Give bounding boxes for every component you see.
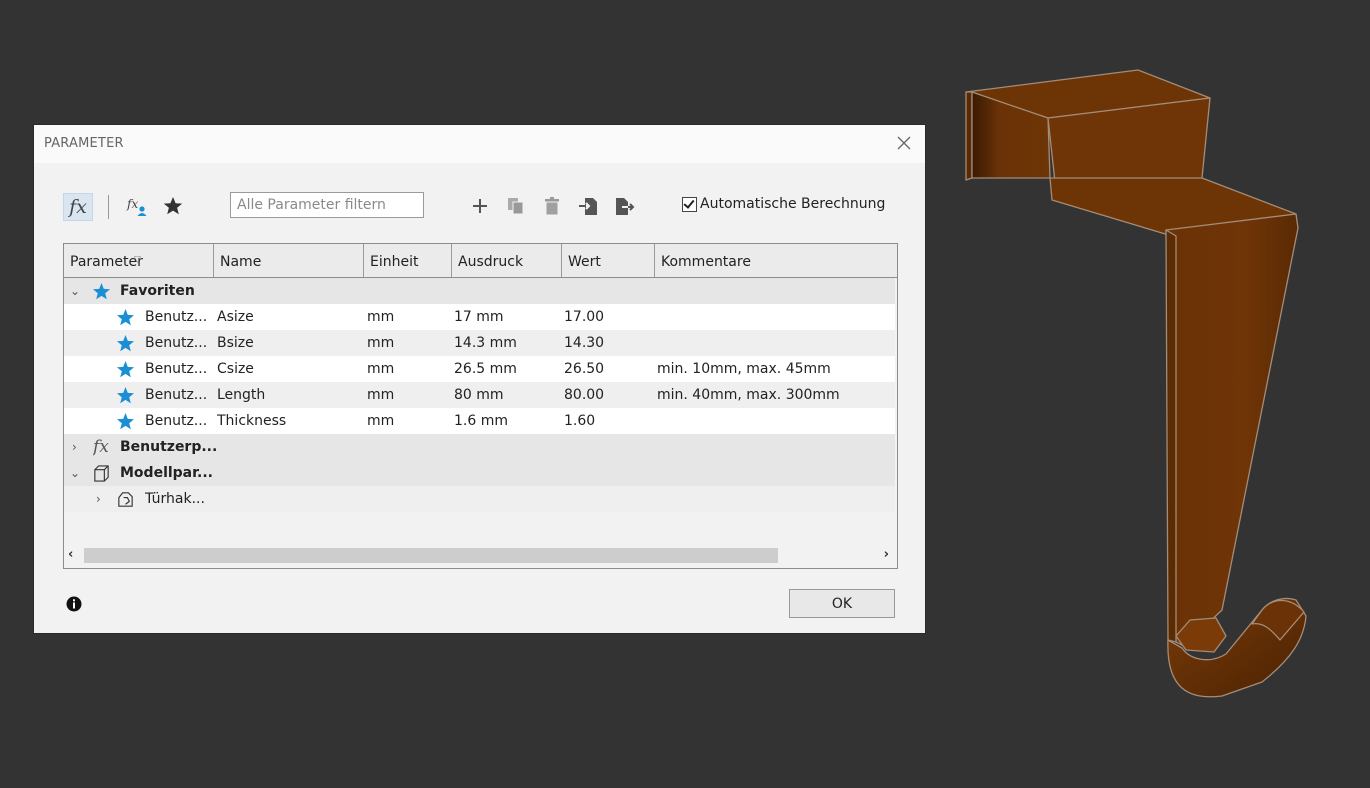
cell-unit[interactable]: mm — [367, 382, 394, 408]
add-icon[interactable] — [469, 195, 491, 217]
user-fx-icon[interactable]: fx — [126, 195, 148, 217]
group-label-model-parameters: Modellpar... — [120, 465, 213, 481]
part-body-icon — [118, 492, 133, 507]
fx-icon: fx — [93, 437, 109, 457]
star-icon[interactable] — [116, 386, 135, 405]
cell-unit[interactable]: mm — [367, 356, 394, 382]
column-header-expression[interactable]: Ausdruck — [452, 244, 562, 277]
chevron-right-icon[interactable]: › — [72, 434, 77, 460]
auto-calc-checkbox[interactable]: Automatische Berechnung — [682, 196, 885, 212]
cell-name[interactable]: Bsize — [217, 330, 254, 356]
group-label-user-parameters: Benutzerp... — [120, 439, 218, 455]
table-row[interactable]: Benutz... Asize mm 17 mm 17.00 — [64, 304, 895, 330]
group-row-favorites[interactable]: ⌄ Favoriten — [64, 278, 895, 304]
export-icon[interactable] — [613, 195, 635, 217]
cell-expression[interactable]: 14.3 mm — [454, 330, 517, 356]
table-row[interactable]: Benutz... Length mm 80 mm 80.00 min. 40m… — [64, 382, 895, 408]
column-header-comments[interactable]: Kommentare — [655, 244, 895, 277]
chevron-right-icon[interactable]: › — [96, 486, 101, 512]
ok-button[interactable]: OK — [789, 589, 895, 618]
component-box-icon — [94, 465, 109, 482]
chevron-down-icon[interactable]: ⌄ — [70, 460, 80, 486]
star-icon[interactable] — [116, 360, 135, 379]
scroll-right-icon[interactable]: › — [884, 544, 889, 566]
auto-calc-label: Automatische Berechnung — [700, 196, 886, 212]
svg-text:fx: fx — [126, 197, 138, 211]
scroll-left-icon[interactable]: ‹ — [68, 544, 73, 566]
column-header-parameter[interactable]: Parameter ▽ — [64, 244, 214, 277]
group-row-user-parameters[interactable]: › fx Benutzerp... — [64, 434, 895, 460]
cell-unit[interactable]: mm — [367, 408, 394, 434]
import-icon[interactable] — [577, 195, 599, 217]
cell-value: 17.00 — [564, 309, 605, 325]
cell-comment[interactable]: min. 10mm, max. 45mm — [657, 356, 831, 382]
fx-icon[interactable]: fx — [63, 193, 93, 221]
scrollbar-thumb[interactable] — [84, 548, 778, 563]
info-icon[interactable] — [66, 596, 82, 612]
sort-indicator-icon: ▽ — [134, 255, 141, 265]
horizontal-scrollbar[interactable]: ‹ › — [64, 544, 895, 566]
column-header-unit[interactable]: Einheit — [364, 244, 452, 277]
dialog-titlebar[interactable]: PARAMETER — [34, 125, 925, 163]
cell-name[interactable]: Csize — [217, 356, 254, 382]
group-label-favorites: Favoriten — [120, 283, 195, 299]
cell-comment[interactable]: min. 40mm, max. 300mm — [657, 382, 840, 408]
table-header: Parameter ▽ Name Einheit Ausdruck Wert Ko… — [64, 244, 897, 278]
cell-parameter: Benutz... — [145, 361, 208, 377]
star-icon[interactable] — [162, 195, 184, 217]
parameter-table: Parameter ▽ Name Einheit Ausdruck Wert Ko… — [63, 243, 898, 569]
cell-value: 80.00 — [564, 387, 605, 403]
parameter-dialog: PARAMETER fx fx Alle Parameter filtern A… — [34, 125, 925, 633]
cell-unit[interactable]: mm — [367, 330, 394, 356]
toolbar: fx fx Automatische Berechn — [62, 187, 902, 223]
cell-value: 1.60 — [564, 413, 596, 429]
star-icon[interactable] — [116, 334, 135, 353]
chevron-down-icon[interactable]: ⌄ — [70, 278, 80, 304]
cell-name[interactable]: Thickness — [217, 408, 286, 434]
parameter-filter-input[interactable] — [230, 192, 424, 218]
cell-parameter: Benutz... — [145, 335, 208, 351]
cell-parameter: Benutz... — [145, 387, 208, 403]
column-header-name[interactable]: Name — [214, 244, 364, 277]
cell-expression[interactable]: 17 mm — [454, 304, 504, 330]
toolbar-separator — [108, 195, 109, 219]
cell-parameter: Benutz... — [145, 309, 208, 325]
door-hook-3d-model[interactable] — [955, 60, 1315, 710]
dialog-title: PARAMETER — [44, 136, 124, 151]
cell-expression[interactable]: 26.5 mm — [454, 356, 517, 382]
cell-expression[interactable]: 80 mm — [454, 382, 504, 408]
close-icon[interactable] — [895, 134, 913, 152]
cell-name[interactable]: Asize — [217, 304, 254, 330]
delete-icon[interactable] — [541, 195, 563, 217]
cell-parameter: Benutz... — [145, 413, 208, 429]
cell-value: 14.30 — [564, 335, 605, 351]
column-header-value[interactable]: Wert — [562, 244, 655, 277]
cell-name[interactable]: Length — [217, 382, 265, 408]
table-row[interactable]: Benutz... Bsize mm 14.3 mm 14.30 — [64, 330, 895, 356]
star-icon[interactable] — [116, 308, 135, 327]
table-row[interactable]: Benutz... Thickness mm 1.6 mm 1.60 — [64, 408, 895, 434]
star-icon — [92, 282, 111, 300]
cell-unit[interactable]: mm — [367, 304, 394, 330]
group-row-model-parameters[interactable]: ⌄ Modellpar... — [64, 460, 895, 486]
star-icon[interactable] — [116, 412, 135, 431]
cell-expression[interactable]: 1.6 mm — [454, 408, 508, 434]
cell-value: 26.50 — [564, 361, 605, 377]
checkbox-checked-icon[interactable] — [682, 196, 697, 212]
tree-item-door-hook[interactable]: › Türhak... — [64, 486, 895, 512]
copy-icon[interactable] — [505, 195, 527, 217]
tree-item-label: Türhak... — [145, 491, 205, 507]
table-row[interactable]: Benutz... Csize mm 26.5 mm 26.50 min. 10… — [64, 356, 895, 382]
